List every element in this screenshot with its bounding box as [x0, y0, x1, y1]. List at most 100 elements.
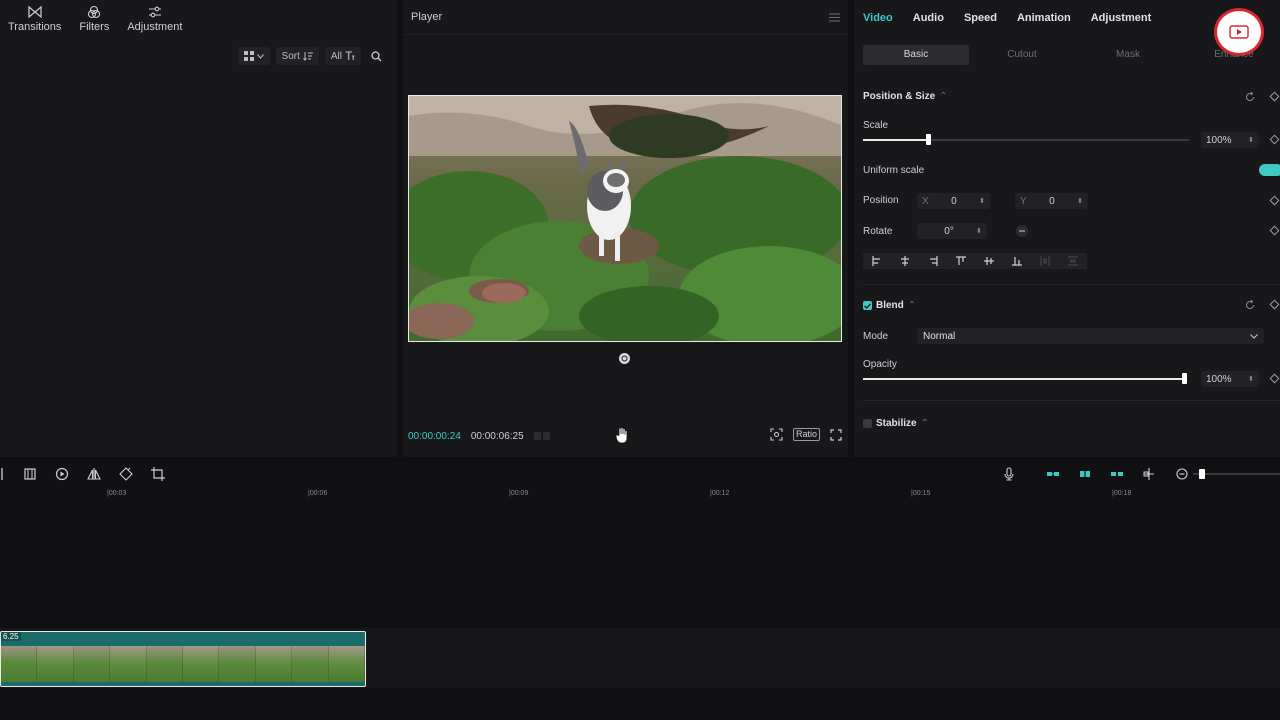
tab-audio[interactable]: Audio [913, 12, 944, 24]
freeze-play-icon[interactable] [55, 467, 69, 481]
frames-icon [533, 432, 550, 440]
preview-axis-icon[interactable] [1142, 467, 1156, 481]
blend-reset-icon[interactable] [1245, 300, 1255, 310]
menu-icon[interactable] [829, 13, 840, 22]
chevron-down-icon [256, 53, 264, 59]
tab-speed[interactable]: Speed [964, 12, 997, 24]
delete-clip-icon[interactable] [23, 467, 37, 481]
blend-title: Blend [876, 300, 904, 311]
search-icon [370, 50, 381, 61]
auto-snap-icon[interactable] [1078, 467, 1092, 481]
stabilize-checkbox[interactable] [863, 419, 872, 428]
ratio-button[interactable]: Ratio [792, 428, 820, 441]
inspector-sub-tabs: Basic Cutout Mask Enhance [863, 45, 1280, 65]
tab-animation[interactable]: Animation [1017, 12, 1071, 24]
tab-adjustment[interactable]: Adjustment [1091, 12, 1152, 24]
align-right-button[interactable] [919, 253, 947, 269]
stepper-icon: ⬍ [1077, 198, 1083, 205]
media-toolbar: Transitions Filters Adjustment [0, 0, 397, 38]
zoom-slider-track[interactable] [1193, 473, 1280, 475]
blend-mode-dropdown[interactable]: Normal [917, 328, 1264, 344]
blend-section-title[interactable]: Blend ⌃ [863, 300, 916, 311]
rotate-field[interactable]: 0° ⬍ [917, 223, 987, 239]
tab-video[interactable]: Video [863, 12, 893, 24]
mirror-icon[interactable] [87, 467, 101, 481]
uniform-scale-label: Uniform scale [863, 165, 925, 176]
stabilize-section-title[interactable]: Stabilize ⌃ [863, 418, 929, 429]
align-bottom-icon [1012, 257, 1022, 266]
rotate-value: 0° [944, 225, 954, 237]
align-top-button[interactable] [947, 253, 975, 269]
main-video-track: 6.25 [0, 628, 1280, 688]
media-panel: Transitions Filters Adjustment Sort All [0, 0, 397, 457]
main-track-magnet-icon[interactable] [1046, 467, 1060, 481]
rotate-label: Rotate [863, 226, 893, 237]
opacity-value: 100% [1206, 373, 1232, 385]
grid-icon [243, 51, 254, 61]
fullscreen-icon[interactable] [830, 428, 842, 441]
fit-screen-icon[interactable] [770, 428, 783, 441]
opacity-label: Opacity [863, 359, 897, 370]
ruler-tick: |00:15 [911, 490, 931, 497]
subtab-cutout[interactable]: Cutout [969, 45, 1075, 65]
subtab-basic[interactable]: Basic [863, 45, 969, 65]
filter-button[interactable]: All [324, 47, 361, 65]
scale-label: Scale [863, 120, 889, 131]
record-badge[interactable] [1214, 8, 1264, 56]
linkage-icon[interactable] [1110, 467, 1124, 481]
collapse-chevron-icon: ⌃ [939, 91, 948, 102]
chevron-down-icon [1250, 333, 1258, 339]
rotate-dial-icon[interactable] [1015, 224, 1029, 238]
blend-mode-value: Normal [923, 330, 956, 342]
microphone-icon[interactable] [1002, 467, 1016, 481]
position-y-field[interactable]: Y 0 ⬍ [1015, 193, 1088, 209]
transitions-button[interactable]: Transitions [8, 5, 61, 38]
timeline-ruler[interactable]: |00:03 |00:06 |00:09 |00:12 |00:15 |00:1… [0, 488, 1280, 502]
clip-thumbnail [328, 646, 365, 682]
distribute-v-button [1059, 253, 1087, 269]
rotate-handle-icon[interactable] [618, 352, 631, 365]
align-bottom-button[interactable] [1003, 253, 1031, 269]
uniform-scale-toggle[interactable] [1259, 164, 1280, 176]
align-center-v-button[interactable] [975, 253, 1003, 269]
position-x-value: 0 [951, 195, 957, 207]
align-right-icon [930, 256, 938, 266]
search-button[interactable] [367, 47, 385, 65]
subtab-mask[interactable]: Mask [1075, 45, 1181, 65]
blend-checkbox[interactable] [863, 301, 872, 310]
mode-label: Mode [863, 331, 889, 342]
video-clip[interactable]: 6.25 [0, 631, 366, 687]
opacity-value-field[interactable]: 100% ⬍ [1201, 371, 1259, 387]
split-icon[interactable] [0, 467, 14, 481]
opacity-slider-knob[interactable] [1182, 373, 1187, 384]
scale-value-field[interactable]: 100% ⬍ [1201, 132, 1259, 148]
align-center-h-button[interactable] [891, 253, 919, 269]
align-center-h-icon [901, 256, 909, 266]
scale-value: 100% [1206, 134, 1232, 146]
adjustment-label: Adjustment [127, 21, 183, 33]
distribute-h-icon [1040, 256, 1050, 266]
alignment-buttons [863, 253, 1087, 269]
current-timecode: 00:00:00:24 [408, 430, 461, 442]
align-center-v-icon [984, 257, 994, 265]
position-size-section-title[interactable]: Position & Size ⌃ [863, 91, 948, 102]
check-icon [864, 302, 871, 309]
collapse-chevron-icon: ⌃ [920, 418, 929, 429]
clip-thumbnail [292, 646, 329, 682]
video-preview[interactable] [408, 95, 842, 342]
adjustment-button[interactable]: Adjustment [127, 5, 182, 38]
clip-thumbnail [110, 646, 147, 682]
filters-button[interactable]: Filters [79, 5, 109, 38]
align-left-icon [872, 256, 880, 266]
align-left-button[interactable] [863, 253, 891, 269]
crop-icon[interactable] [151, 467, 165, 481]
position-x-field[interactable]: X 0 ⬍ [917, 193, 990, 209]
zoom-out-icon[interactable] [1175, 467, 1189, 481]
sort-button[interactable]: Sort [275, 47, 319, 65]
clip-thumbnail [146, 646, 184, 682]
reset-icon[interactable] [1245, 92, 1255, 102]
view-mode-button[interactable] [237, 47, 270, 65]
zoom-slider-knob[interactable] [1199, 469, 1205, 479]
scale-slider-knob[interactable] [926, 134, 931, 145]
rotate-clip-icon[interactable] [119, 467, 133, 481]
